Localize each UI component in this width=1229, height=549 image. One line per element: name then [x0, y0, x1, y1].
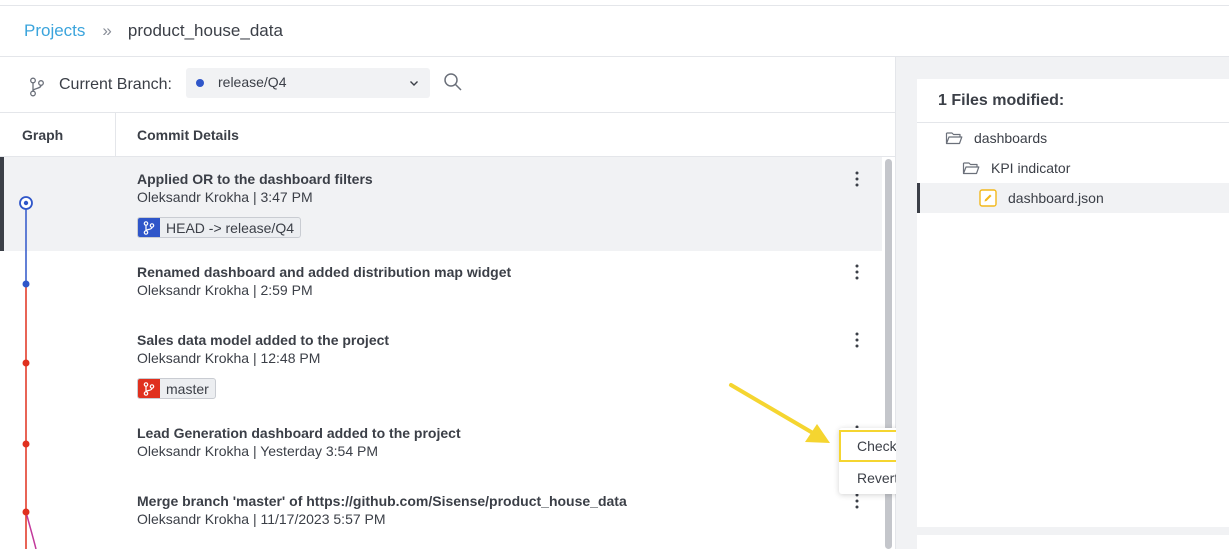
folder-open-icon: [945, 132, 963, 145]
commit-row[interactable]: Sales data model added to the project Ol…: [0, 319, 882, 414]
branch-tag-label: master: [166, 380, 209, 397]
secondary-card: [917, 535, 1229, 549]
git-branch-icon: [138, 218, 160, 237]
branch-tag: HEAD -> release/Q4: [137, 217, 301, 238]
tree-file-label: dashboard.json: [1008, 190, 1104, 206]
chevron-down-icon: [410, 81, 418, 86]
branch-color-dot: [196, 79, 204, 87]
commit-table-header: Graph Commit Details: [0, 113, 895, 157]
commit-title: Sales data model added to the project: [137, 332, 390, 348]
commit-row[interactable]: Applied OR to the dashboard filters Olek…: [0, 157, 882, 251]
commit-title: Lead Generation dashboard added to the p…: [137, 425, 461, 441]
breadcrumb-separator: »: [102, 21, 112, 40]
current-branch-label: Current Branch:: [59, 76, 172, 93]
git-branch-icon: [30, 77, 44, 97]
edit-file-icon: [979, 189, 997, 207]
commit-details-column-header: Commit Details: [137, 127, 239, 143]
search-icon[interactable]: [443, 72, 463, 92]
commit-title: Applied OR to the dashboard filters: [137, 171, 373, 187]
branch-tag-label: HEAD -> release/Q4: [166, 219, 294, 236]
commit-row[interactable]: Merge branch 'master' of https://github.…: [0, 482, 882, 549]
files-modified-panel: 1 Files modified: dashboards KPI indicat…: [917, 79, 1229, 527]
commit-meta: Oleksandr Krokha | 3:47 PM: [137, 189, 313, 205]
git-branch-icon: [138, 379, 160, 398]
breadcrumb: Projects » product_house_data: [0, 6, 1229, 57]
commit-title: Renamed dashboard and added distribution…: [137, 264, 512, 280]
branch-tag: master: [137, 378, 216, 399]
more-options-icon[interactable]: [848, 262, 866, 282]
folder-open-icon: [962, 162, 980, 175]
more-options-icon[interactable]: [848, 491, 866, 511]
commit-history-panel: Current Branch: release/Q4 Graph Commit …: [0, 57, 896, 549]
graph-column-header: Graph: [0, 113, 116, 157]
commit-row[interactable]: Renamed dashboard and added distribution…: [0, 251, 882, 319]
more-options-icon[interactable]: [848, 330, 866, 350]
breadcrumb-current: product_house_data: [127, 21, 283, 40]
commit-meta: Oleksandr Krokha | Yesterday 3:54 PM: [137, 443, 378, 459]
commit-meta: Oleksandr Krokha | 11/17/2023 5:57 PM: [137, 511, 386, 527]
branch-bar: Current Branch: release/Q4: [0, 57, 895, 113]
tree-folder-label: KPI indicator: [991, 160, 1071, 176]
tree-folder-label: dashboards: [974, 130, 1048, 146]
branch-select-value: release/Q4: [218, 74, 287, 90]
tree-folder-dashboards[interactable]: dashboards: [917, 123, 1229, 153]
tree-file-dashboard-json[interactable]: dashboard.json: [917, 183, 1229, 213]
commit-list: Applied OR to the dashboard filters Olek…: [0, 157, 882, 549]
files-modified-heading: 1 Files modified:: [917, 79, 1229, 123]
more-options-icon[interactable]: [848, 169, 866, 189]
commit-meta: Oleksandr Krokha | 12:48 PM: [137, 350, 321, 366]
commit-meta: Oleksandr Krokha | 2:59 PM: [137, 282, 313, 298]
commit-title: Merge branch 'master' of https://github.…: [137, 493, 627, 509]
tree-folder-kpi-indicator[interactable]: KPI indicator: [917, 153, 1229, 183]
breadcrumb-projects-link[interactable]: Projects: [24, 21, 85, 41]
commit-row[interactable]: Lead Generation dashboard added to the p…: [0, 414, 882, 482]
branch-select[interactable]: release/Q4: [186, 68, 430, 98]
